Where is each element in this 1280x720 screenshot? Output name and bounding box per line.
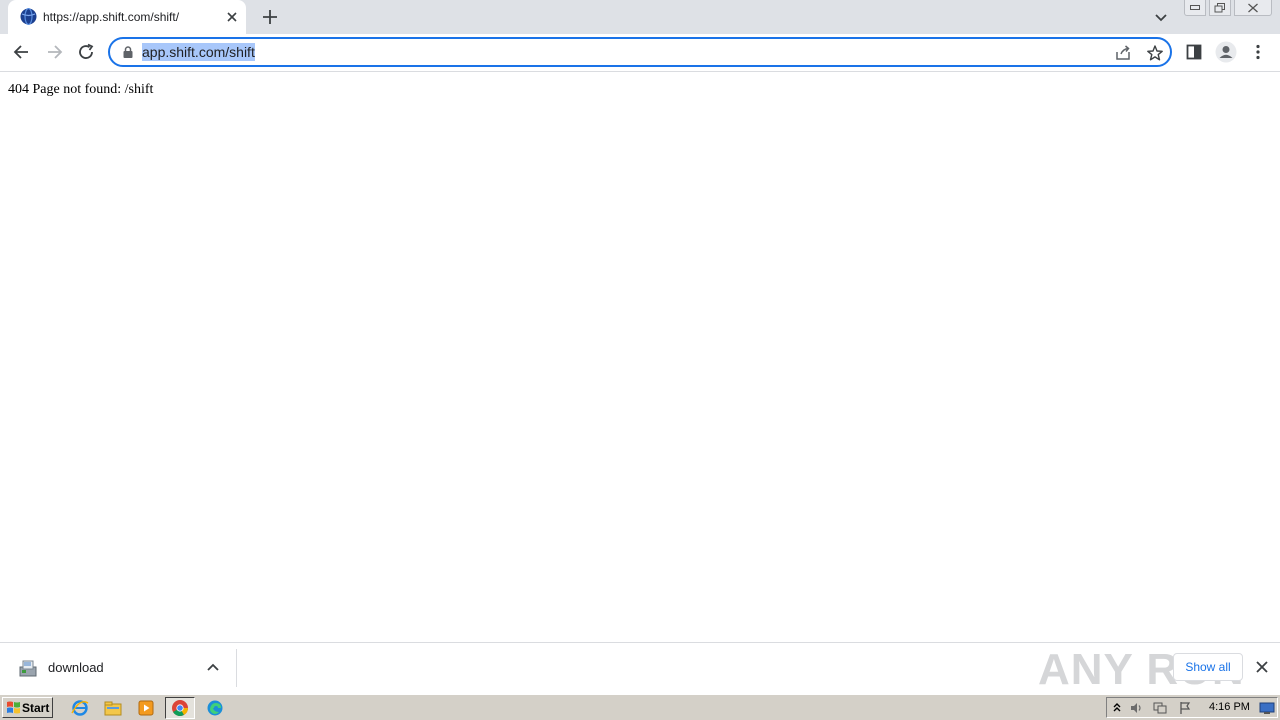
- tab-title: https://app.shift.com/shift/: [43, 10, 180, 24]
- chrome-icon: [172, 700, 188, 716]
- profile-avatar-icon[interactable]: [1215, 41, 1237, 63]
- share-icon[interactable]: [1114, 44, 1132, 62]
- chevron-up-icon[interactable]: [204, 659, 222, 677]
- restore-icon: [1214, 2, 1225, 12]
- action-center-flag-icon[interactable]: [1178, 701, 1192, 715]
- edge-icon[interactable]: [205, 698, 225, 718]
- address-bar[interactable]: app.shift.com/shift: [108, 37, 1172, 67]
- minimize-window-button[interactable]: [1184, 0, 1206, 16]
- installer-file-icon[interactable]: [18, 658, 38, 678]
- browser-toolbar: app.shift.com/shift: [0, 34, 1280, 72]
- close-shelf-icon[interactable]: [1254, 659, 1270, 675]
- new-tab-icon[interactable]: [260, 7, 280, 27]
- media-player-icon[interactable]: [136, 698, 156, 718]
- error-message: 404 Page not found: /shift: [8, 82, 154, 97]
- chevron-down-icon[interactable]: [1152, 8, 1170, 26]
- windows-taskbar: Start 4:16 PM: [0, 694, 1280, 720]
- browser-tab[interactable]: https://app.shift.com/shift/: [8, 0, 246, 34]
- lock-icon[interactable]: [121, 45, 135, 59]
- shelf-divider: [236, 649, 237, 687]
- volume-icon[interactable]: [1129, 701, 1143, 715]
- download-file-name[interactable]: download: [48, 660, 104, 675]
- bookmark-star-icon[interactable]: [1146, 44, 1164, 62]
- file-explorer-icon[interactable]: [103, 698, 123, 718]
- clock[interactable]: 4:16 PM: [1209, 701, 1250, 713]
- reload-icon[interactable]: [76, 42, 96, 62]
- download-shelf: download ANY RUN Show all: [0, 642, 1280, 694]
- restore-window-button[interactable]: [1209, 0, 1231, 16]
- windows-logo-icon: [7, 701, 20, 714]
- system-tray: 4:16 PM: [1106, 697, 1278, 718]
- close-tab-icon[interactable]: [224, 9, 240, 25]
- url-text[interactable]: app.shift.com/shift: [142, 43, 255, 61]
- start-label: Start: [22, 701, 50, 715]
- tab-strip: https://app.shift.com/shift/: [0, 0, 1280, 34]
- more-menu-icon[interactable]: [1248, 42, 1268, 62]
- side-panel-icon[interactable]: [1184, 42, 1204, 62]
- close-window-button[interactable]: [1234, 0, 1272, 16]
- show-all-button[interactable]: Show all: [1173, 653, 1243, 681]
- chrome-taskbar-button[interactable]: [165, 697, 195, 719]
- network-icon[interactable]: [1153, 701, 1167, 715]
- globe-favicon-icon: [20, 8, 37, 25]
- show-hidden-icons-icon[interactable]: [1110, 701, 1124, 715]
- show-desktop-icon[interactable]: [1259, 701, 1275, 715]
- internet-explorer-icon[interactable]: [70, 698, 90, 718]
- close-icon: [1248, 3, 1258, 12]
- forward-arrow-icon[interactable]: [44, 42, 64, 62]
- start-button[interactable]: Start: [2, 697, 53, 718]
- minimize-icon: [1190, 4, 1200, 10]
- back-arrow-icon[interactable]: [12, 42, 32, 62]
